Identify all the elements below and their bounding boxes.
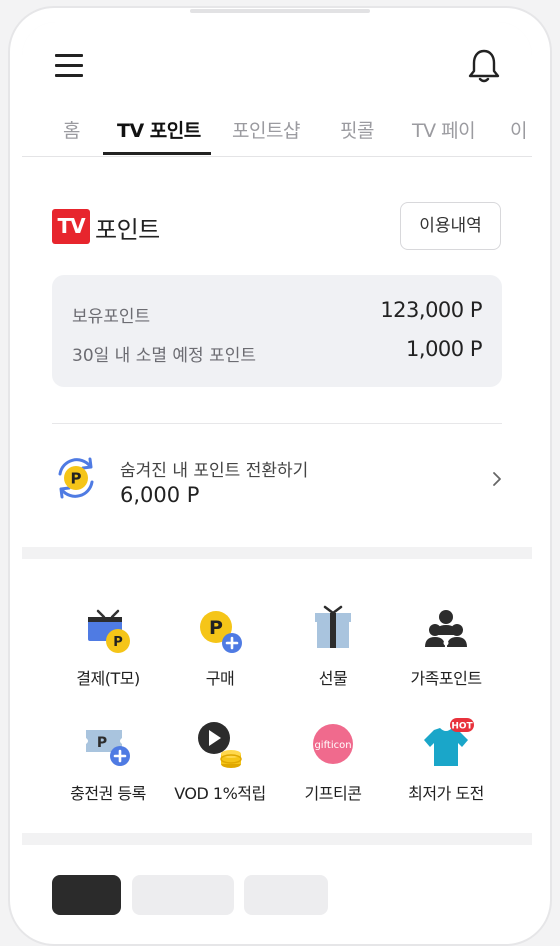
app-screen: 홈 TV 포인트 포인트샵 핏콜 TV 페이 이 TV 포인트 이용내역 보유포… — [22, 22, 532, 922]
tab-home[interactable]: 홈 — [63, 116, 80, 143]
svg-text:P: P — [113, 635, 123, 650]
service-label: 결제(T모) — [76, 669, 140, 688]
filter-chip[interactable] — [244, 875, 328, 915]
svg-text:gifticon: gifticon — [314, 740, 351, 751]
balance-value: 123,000 P — [380, 298, 482, 322]
service-label: 충전권 등록 — [70, 784, 146, 803]
chevron-right-icon — [493, 472, 501, 486]
filter-chip[interactable] — [132, 875, 234, 915]
gift-box-icon — [315, 605, 351, 648]
service-label: 구매 — [205, 669, 235, 688]
top-header: 홈 TV 포인트 포인트샵 핏콜 TV 페이 이 — [22, 22, 532, 157]
point-convert-icon: P — [58, 457, 94, 499]
service-label: VOD 1%적립 — [174, 784, 266, 803]
tv-point-card: TV 포인트 이용내역 보유포인트 123,000 P 30일 내 소멸 예정 … — [22, 157, 532, 547]
service-label: 가족포인트 — [410, 669, 482, 688]
tab-point-shop[interactable]: 포인트샵 — [232, 116, 300, 143]
convert-hidden-points-row[interactable]: P 숨겨진 내 포인트 전환하기 6,000 P — [22, 437, 532, 537]
tab-overflow[interactable]: 이 — [510, 116, 527, 143]
usage-history-button[interactable]: 이용내역 — [400, 202, 501, 250]
service-lowest-price[interactable]: HOT 최저가 도전 — [386, 714, 506, 824]
section-divider — [52, 423, 502, 424]
service-family-point[interactable]: 가족포인트 — [386, 599, 506, 709]
bottom-section — [22, 845, 532, 922]
notification-bell-icon[interactable] — [467, 48, 501, 84]
service-label: 최저가 도전 — [408, 784, 484, 803]
active-tab-indicator — [103, 152, 211, 155]
voucher-add-icon: P — [86, 730, 130, 766]
expiring-value: 1,000 P — [406, 337, 482, 361]
points-summary-box: 보유포인트 123,000 P 30일 내 소멸 예정 포인트 1,000 P — [52, 275, 502, 387]
phone-speaker — [190, 9, 370, 13]
expiring-label: 30일 내 소멸 예정 포인트 — [72, 346, 257, 366]
convert-value: 6,000 P — [120, 483, 200, 507]
service-gift[interactable]: 선물 — [273, 599, 393, 709]
svg-text:P: P — [97, 735, 107, 751]
convert-icon-letter: P — [71, 470, 82, 488]
service-label: 기프티콘 — [304, 784, 362, 803]
service-purchase[interactable]: P 구매 — [160, 599, 280, 709]
tab-tv-pay[interactable]: TV 페이 — [412, 116, 476, 143]
tshirt-hot-icon: HOT — [424, 718, 474, 766]
main-tabs: 홈 TV 포인트 포인트샵 핏콜 TV 페이 이 — [22, 110, 532, 156]
vod-coins-icon — [198, 722, 242, 768]
service-gifticon[interactable]: gifticon 기프티콘 — [273, 714, 393, 824]
page-title: 포인트 — [95, 216, 160, 244]
point-services-grid: P 결제(T모) P 구매 선물 가족포인트 P 충전권 등록 VOD 1%적립… — [22, 559, 532, 833]
convert-label: 숨겨진 내 포인트 전환하기 — [120, 461, 309, 481]
service-vod-reward[interactable]: VOD 1%적립 — [160, 714, 280, 824]
svg-text:P: P — [209, 617, 223, 639]
tab-tv-point[interactable]: TV 포인트 — [117, 116, 201, 143]
tv-logo: TV — [52, 209, 90, 244]
balance-label: 보유포인트 — [72, 307, 151, 327]
tab-fitcall[interactable]: 핏콜 — [340, 116, 374, 143]
point-purchase-icon: P — [200, 611, 242, 653]
gifticon-icon: gifticon — [313, 724, 353, 764]
tv-payment-icon: P — [88, 609, 130, 653]
service-tv-payment[interactable]: P 결제(T모) — [48, 599, 168, 709]
family-icon — [425, 610, 467, 647]
service-voucher-register[interactable]: P 충전권 등록 — [48, 714, 168, 824]
filter-chip-active[interactable] — [52, 875, 121, 915]
hot-badge: HOT — [451, 722, 473, 732]
service-label: 선물 — [318, 669, 348, 688]
hamburger-menu-icon[interactable] — [55, 54, 83, 78]
